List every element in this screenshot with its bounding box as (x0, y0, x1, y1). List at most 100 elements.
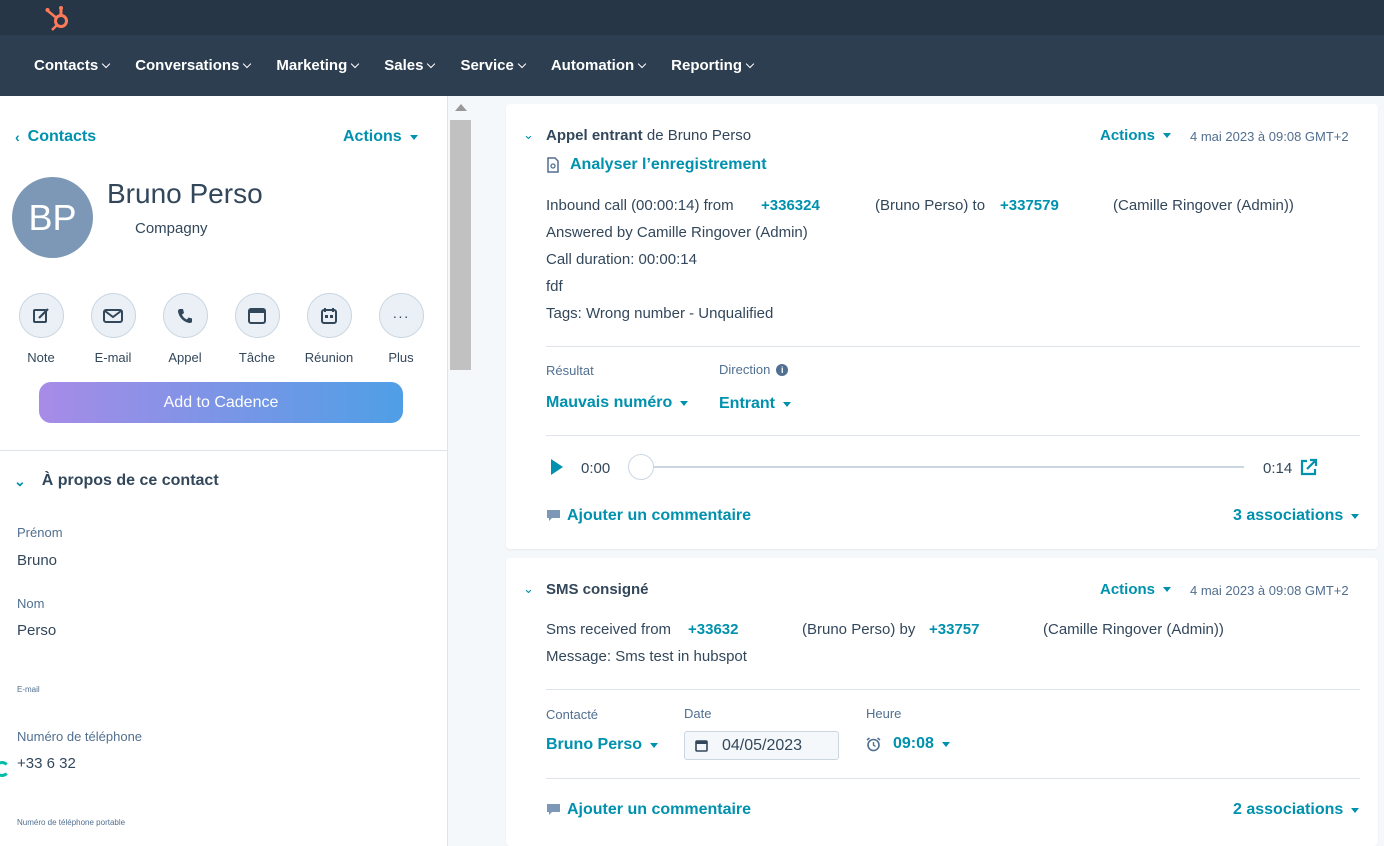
last-name-label: Nom (17, 596, 45, 611)
note-action[interactable]: Note (18, 293, 64, 365)
nav-service[interactable]: Service (460, 57, 527, 74)
chevron-down-icon (517, 59, 527, 69)
from-number-link[interactable]: +336324 (761, 192, 820, 219)
chevron-down-icon: ⌄ (14, 472, 26, 489)
info-icon[interactable]: i (776, 363, 789, 376)
email-action[interactable]: E-mail (90, 293, 136, 365)
nav-label: Marketing (276, 57, 348, 74)
avatar[interactable]: BP (12, 177, 93, 258)
analyze-recording-link[interactable]: Analyser l’enregistrement (546, 156, 767, 174)
sms-summary-line: Sms received from +33632 (Bruno Perso) b… (546, 616, 1346, 643)
sms-card-title[interactable]: SMS consigné (546, 581, 649, 598)
sms-actions-dropdown[interactable]: Actions (1100, 581, 1172, 598)
nav-sales[interactable]: Sales (384, 57, 436, 74)
nav-label: Service (460, 57, 514, 74)
nav-reporting[interactable]: Reporting (671, 57, 755, 74)
more-icon[interactable]: ··· (378, 293, 424, 338)
chevron-down-icon[interactable]: ⌄ (523, 581, 534, 597)
call-tags-line: Tags: Wrong number - Unqualified (546, 305, 774, 322)
call-summary-text: Inbound call (00:00:14) from (546, 197, 734, 214)
back-to-contacts-link[interactable]: ‹ Contacts (15, 128, 96, 146)
call-card-title[interactable]: Appel entrant de Bruno Perso (546, 127, 751, 144)
first-name-value[interactable]: Bruno (17, 552, 57, 569)
call-duration-line: Call duration: 00:00:14 (546, 251, 697, 268)
contact-actions-dropdown[interactable]: Actions (343, 128, 418, 146)
caret-down-icon (941, 741, 950, 747)
phone-label: Numéro de téléphone (17, 729, 143, 744)
result-dropdown[interactable]: Mauvais numéro (546, 394, 689, 412)
chevron-down-icon (637, 59, 647, 69)
first-name-label: Prénom (17, 525, 63, 540)
direction-dropdown[interactable]: Entrant (719, 395, 791, 413)
chevron-down-icon (745, 59, 755, 69)
add-comment-button[interactable]: Ajouter un commentaire (546, 507, 751, 525)
call-note-line: fdf (546, 278, 563, 295)
associations-label: 3 associations (1233, 507, 1344, 524)
hubspot-logo-icon[interactable] (44, 4, 72, 32)
call-action[interactable]: Appel (162, 293, 208, 365)
time-dropdown[interactable]: 09:08 (866, 735, 950, 753)
caret-down-icon (409, 134, 418, 140)
sms-summary-text: (Bruno Perso) by (802, 621, 916, 638)
nav-marketing[interactable]: Marketing (276, 57, 360, 74)
sidebar-scrollbar[interactable] (448, 96, 474, 846)
chevron-down-icon (243, 59, 252, 69)
contacted-dropdown[interactable]: Bruno Perso (546, 736, 659, 754)
player-seek-handle[interactable] (628, 454, 654, 480)
more-action[interactable]: ··· Plus (378, 293, 424, 365)
email-label: E-mail (17, 685, 40, 694)
call-type: Appel entrant (546, 127, 643, 144)
chevron-down-icon[interactable]: ⌄ (523, 127, 534, 143)
to-number-link[interactable]: +337579 (1000, 192, 1059, 219)
comment-label: Ajouter un commentaire (567, 801, 752, 818)
call-caller: de Bruno Perso (642, 127, 752, 144)
answered-by-line: Answered by Camille Ringover (Admin) (546, 224, 808, 241)
calendar-icon[interactable] (306, 293, 352, 338)
caret-down-icon (783, 401, 791, 407)
by-number-link[interactable]: +33757 (929, 616, 979, 643)
call-actions-dropdown[interactable]: Actions (1100, 127, 1172, 144)
call-date: 4 mai 2023 à 09:08 GMT+2 (1190, 129, 1349, 144)
associations-dropdown[interactable]: 2 associations (1233, 801, 1360, 819)
nav-automation[interactable]: Automation (550, 57, 647, 74)
comment-label: Ajouter un commentaire (567, 507, 752, 524)
edit-icon[interactable] (18, 293, 64, 338)
alarm-clock-icon (866, 736, 881, 751)
contact-sidebar: ‹ Contacts Actions BP Bruno Perso Compag… (0, 96, 448, 846)
divider (546, 435, 1360, 436)
scrollbar-thumb[interactable] (450, 120, 471, 370)
date-value: 04/05/2023 (722, 736, 803, 754)
contact-company: Compagny (135, 220, 208, 237)
sms-date: 4 mai 2023 à 09:08 GMT+2 (1190, 583, 1349, 598)
sms-summary-text: Sms received from (546, 621, 672, 638)
phone-icon[interactable] (162, 293, 208, 338)
from-number-link[interactable]: +33632 (688, 616, 738, 643)
scroll-up-icon[interactable] (455, 104, 467, 111)
task-action[interactable]: Tâche (234, 293, 280, 365)
play-icon[interactable] (551, 459, 563, 475)
contacted-label: Contacté (546, 707, 599, 722)
action-label: Tâche (238, 350, 276, 365)
add-to-cadence-button[interactable]: Add to Cadence (39, 382, 403, 423)
add-comment-button[interactable]: Ajouter un commentaire (546, 801, 751, 819)
email-icon[interactable] (90, 293, 136, 338)
external-link-icon[interactable] (1299, 458, 1318, 477)
player-seek-bar[interactable] (640, 466, 1244, 468)
last-name-value[interactable]: Perso (17, 622, 56, 639)
task-icon[interactable] (234, 293, 280, 338)
nav-contacts[interactable]: Contacts (34, 57, 111, 74)
about-section-toggle[interactable]: ⌄ À propos de ce contact (14, 472, 219, 490)
associations-dropdown[interactable]: 3 associations (1233, 507, 1360, 525)
caret-down-icon (1351, 807, 1360, 813)
nav-conversations[interactable]: Conversations (135, 57, 252, 74)
date-input[interactable]: 04/05/2023 (684, 731, 839, 760)
meeting-action[interactable]: Réunion (305, 293, 353, 365)
sms-details: Sms received from +33632 (Bruno Perso) b… (546, 616, 1346, 670)
nav-label: Automation (550, 57, 635, 74)
action-label: Réunion (304, 350, 354, 365)
divider (546, 689, 1360, 690)
caret-down-icon (1163, 133, 1172, 138)
date-label: Date (684, 706, 712, 721)
phone-value[interactable]: +33 6 32 (17, 755, 76, 772)
divider (546, 778, 1360, 779)
